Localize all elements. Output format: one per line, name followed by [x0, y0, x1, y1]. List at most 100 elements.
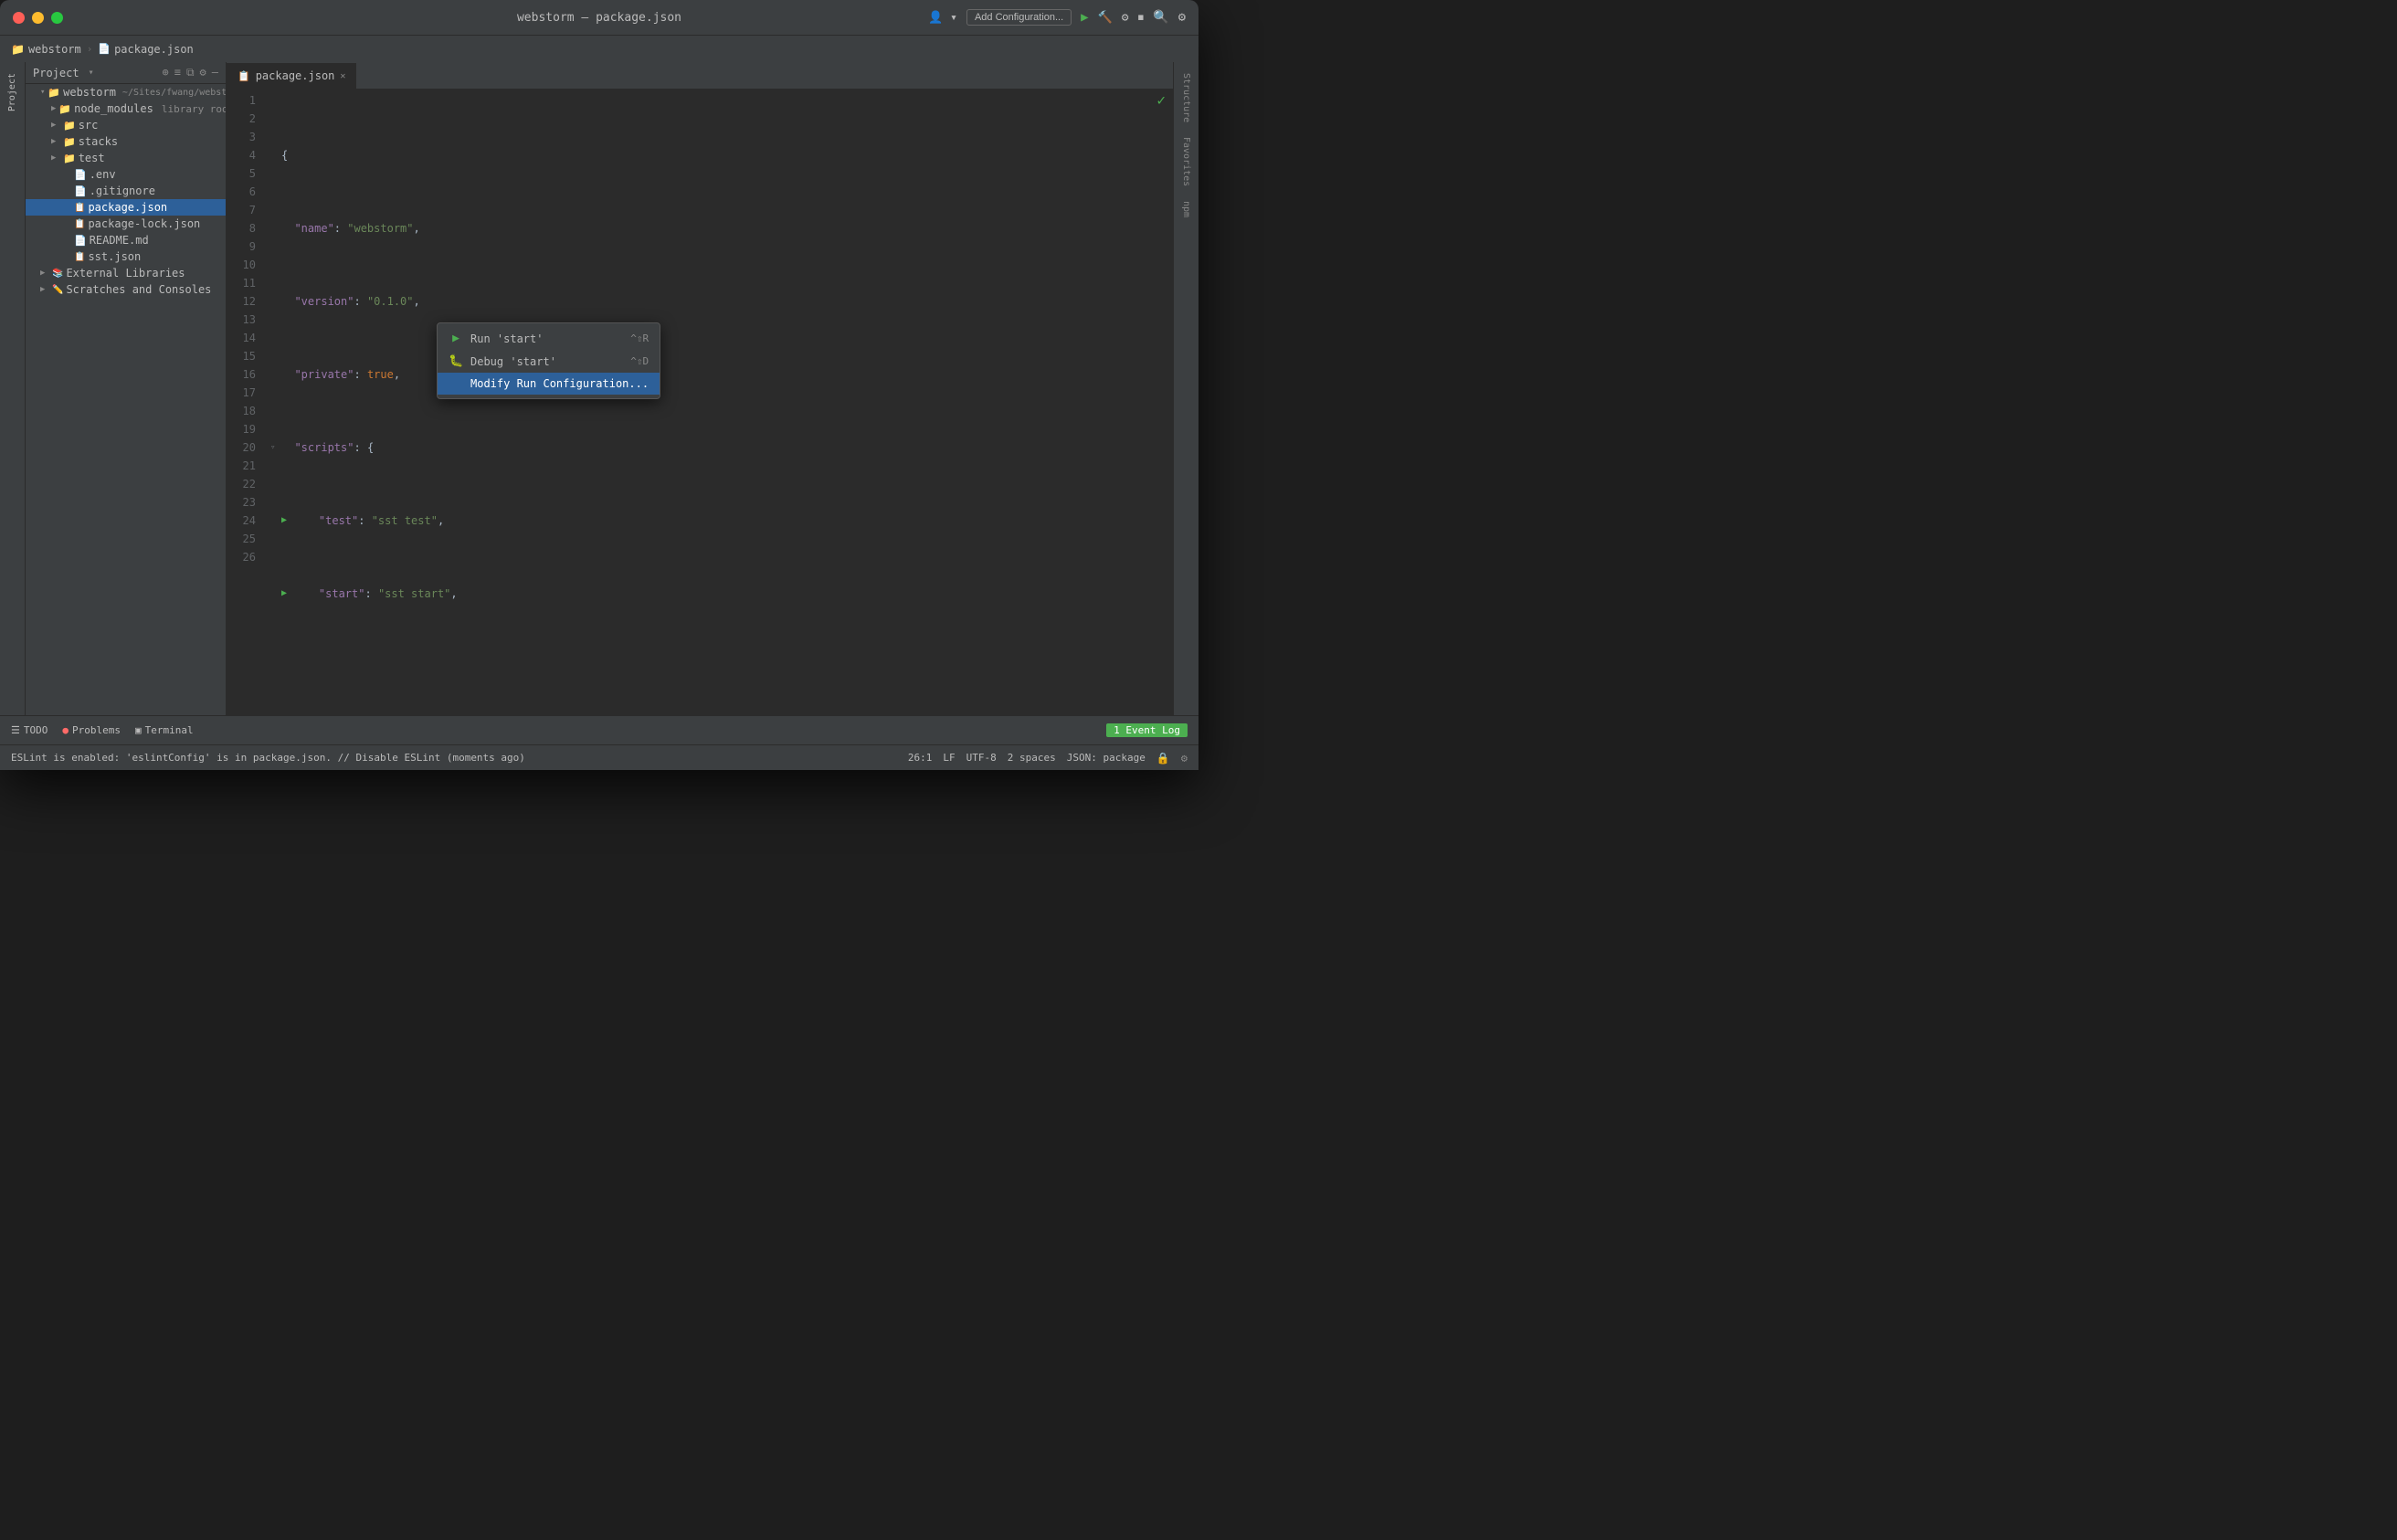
context-menu: ▶ Run 'start' ^⇧R 🐛 Debug 'start' ^⇧D Mo… — [437, 322, 660, 399]
status-bar: ESLint is enabled: 'eslintConfig' is in … — [0, 744, 1198, 770]
code-line-5: ▿ "scripts": { — [270, 438, 1173, 457]
breadcrumb-file[interactable]: 📄 package.json — [98, 43, 193, 56]
code-line-2: "name": "webstorm", — [270, 219, 1173, 237]
encoding[interactable]: UTF-8 — [966, 752, 997, 764]
ctx-run-start[interactable]: ▶ Run 'start' ^⇧R — [438, 327, 660, 350]
run-marker-7[interactable]: ▶ — [281, 585, 292, 603]
tree-item-node-modules[interactable]: ▶ 📁 node_modules library root — [26, 100, 226, 117]
filter-icon[interactable]: ⧉ — [186, 66, 195, 79]
tree-item-webstorm[interactable]: ▾ 📁 webstorm ~/Sites/fwang/webstorm — [26, 84, 226, 100]
tree-item-sst-json[interactable]: 📋 sst.json — [26, 248, 226, 265]
ctx-run-shortcut: ^⇧R — [630, 332, 649, 344]
folder-icon: 📁 — [11, 43, 25, 56]
tree-item-scratches[interactable]: ▶ ✏️ Scratches and Consoles — [26, 281, 226, 298]
code-line-1: { — [270, 146, 1173, 164]
left-sidebar-tabs: Project — [0, 62, 26, 715]
tree-item-readme[interactable]: 📄 README.md — [26, 232, 226, 248]
code-line-8 — [270, 658, 1173, 676]
indent-setting[interactable]: 2 spaces — [1008, 752, 1056, 764]
code-line-6: ▶ "test": "sst test", — [270, 512, 1173, 530]
close-icon[interactable]: — — [212, 66, 218, 79]
todo-button[interactable]: ☰ TODO — [11, 724, 48, 736]
ctx-run-label: Run 'start' — [470, 332, 543, 345]
gear-icon[interactable]: ⚙ — [200, 66, 206, 79]
tree-item-src[interactable]: ▶ 📁 src — [26, 117, 226, 133]
event-log-button[interactable]: 1 Event Log — [1106, 723, 1188, 737]
tree-item-env[interactable]: 📄 .env — [26, 166, 226, 183]
ctx-debug-start[interactable]: 🐛 Debug 'start' ^⇧D — [438, 350, 660, 373]
todo-label: TODO — [24, 724, 48, 736]
build-icon[interactable]: 🔨 — [1098, 11, 1113, 25]
sidebar-tab-project[interactable]: Project — [4, 66, 21, 119]
terminal-icon: ▣ — [135, 724, 142, 736]
cursor-position[interactable]: 26:1 — [908, 752, 933, 764]
main-layout: Project Project ▾ ⊕ ≡ ⧉ ⚙ — ▾ 📁 webstorm… — [0, 62, 1198, 715]
file-tree: ▾ 📁 webstorm ~/Sites/fwang/webstorm ▶ 📁 … — [26, 84, 226, 715]
editor-tab-package-json[interactable]: 📋 package.json ✕ — [227, 63, 357, 89]
code-line-7: ▶ "start": "sst start", — [270, 585, 1173, 603]
gitignore-icon: 📄 — [74, 185, 87, 197]
close-button[interactable] — [13, 12, 25, 24]
editor-area: 📋 package.json ✕ ✓ 12345 678910 11121314… — [227, 62, 1173, 715]
tab-name: package.json — [256, 69, 335, 82]
add-configuration-button[interactable]: Add Configuration... — [966, 9, 1072, 26]
maximize-button[interactable] — [51, 12, 63, 24]
right-tab-favorites[interactable]: Favorites — [1177, 130, 1195, 194]
run-icon[interactable]: ▶ — [1081, 10, 1088, 25]
ctx-debug-label: Debug 'start' — [470, 355, 556, 368]
line-ending[interactable]: LF — [943, 752, 955, 764]
locate-icon[interactable]: ⊕ — [162, 66, 168, 79]
collapse-icon[interactable]: ≡ — [174, 66, 181, 79]
right-sidebar-tabs: Structure Favorites npm — [1173, 62, 1198, 715]
code-line-9 — [270, 712, 1173, 715]
file-tree-header: Project ▾ ⊕ ≡ ⧉ ⚙ — — [26, 62, 226, 84]
bottom-toolbar: ☰ TODO ● Problems ▣ Terminal 1 Event Log — [0, 715, 1198, 744]
terminal-button[interactable]: ▣ Terminal — [135, 724, 194, 736]
json-lock-icon: 📋 — [74, 219, 85, 229]
breadcrumb-project[interactable]: 📁 webstorm — [11, 43, 81, 56]
project-label: Project — [33, 67, 79, 79]
settings-icon[interactable]: ⚙ — [1178, 10, 1186, 25]
file-tree-panel: Project ▾ ⊕ ≡ ⧉ ⚙ — ▾ 📁 webstorm ~/Sites… — [26, 62, 227, 715]
tree-item-package-json[interactable]: 📋 package.json — [26, 199, 226, 216]
sst-json-icon: 📋 — [74, 252, 85, 262]
problems-icon: ● — [62, 724, 69, 736]
folder-icon: 📁 — [48, 87, 60, 99]
tab-file-icon: 📋 — [238, 70, 250, 82]
run-marker-6[interactable]: ▶ — [281, 512, 292, 530]
tree-item-gitignore[interactable]: 📄 .gitignore — [26, 183, 226, 199]
tree-item-package-lock-json[interactable]: 📋 package-lock.json — [26, 216, 226, 232]
right-tab-structure[interactable]: Structure — [1177, 66, 1195, 130]
ctx-modify-config[interactable]: Modify Run Configuration... — [438, 373, 660, 395]
right-tab-npm[interactable]: npm — [1177, 194, 1195, 225]
expand-arrow: ▾ — [40, 88, 45, 97]
problems-button[interactable]: ● Problems — [62, 724, 121, 736]
md-icon: 📄 — [74, 235, 87, 247]
vcs-icon[interactable]: ⚙ — [1181, 752, 1188, 765]
minimize-button[interactable] — [32, 12, 44, 24]
code-content: { "name": "webstorm", "version": "0.1.0"… — [263, 90, 1173, 715]
run-icon: ▶ — [449, 332, 463, 345]
search-icon[interactable]: 🔍 — [1153, 10, 1168, 25]
traffic-lights — [13, 12, 63, 24]
scratch-icon: ✏️ — [52, 285, 63, 295]
file-type[interactable]: JSON: package — [1067, 752, 1146, 764]
breadcrumb: 📁 webstorm › 📄 package.json — [0, 35, 1198, 62]
dropdown-arrow[interactable]: ▾ — [89, 68, 94, 78]
debug-icon[interactable]: ⚙ — [1122, 11, 1129, 25]
toolbar-right: 👤 ▾ Add Configuration... ▶ 🔨 ⚙ ⏹ 🔍 ⚙ — [928, 9, 1186, 26]
env-icon: 📄 — [74, 169, 87, 181]
debug-icon: 🐛 — [449, 354, 463, 368]
tree-item-stacks[interactable]: ▶ 📁 stacks — [26, 133, 226, 150]
stop-icon[interactable]: ⏹ — [1138, 11, 1145, 25]
tab-close-button[interactable]: ✕ — [340, 71, 345, 81]
tree-item-external-libraries[interactable]: ▶ 📚 External Libraries — [26, 265, 226, 281]
tree-item-test[interactable]: ▶ 📁 test — [26, 150, 226, 166]
user-icon[interactable]: 👤 ▾ — [928, 11, 957, 25]
json-icon: 📋 — [74, 203, 85, 213]
code-editor[interactable]: ✓ 12345 678910 1112131415 1617181920 212… — [227, 90, 1173, 715]
lock-icon[interactable]: 🔒 — [1156, 752, 1170, 765]
header-icons: ⊕ ≡ ⧉ ⚙ — — [162, 66, 218, 79]
external-lib-icon: 📚 — [52, 269, 63, 279]
fold-5[interactable]: ▿ — [270, 438, 281, 457]
